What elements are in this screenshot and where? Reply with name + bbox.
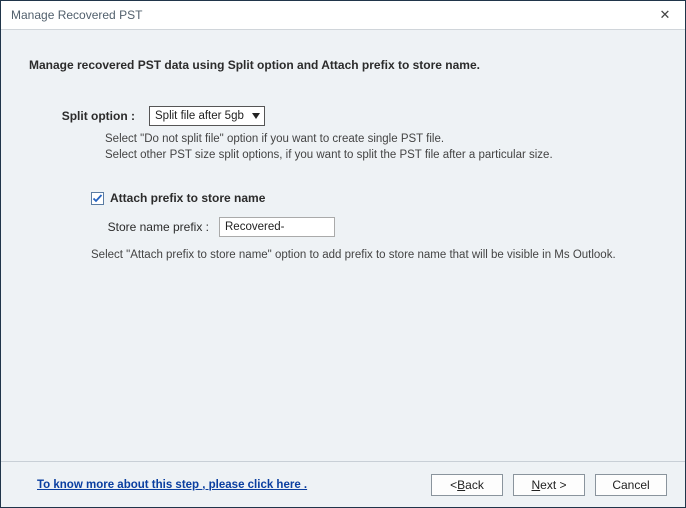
back-prefix: < xyxy=(450,478,457,492)
prefix-help-text: Select "Attach prefix to store name" opt… xyxy=(91,249,657,261)
footer: To know more about this step , please cl… xyxy=(1,461,685,507)
chevron-down-icon xyxy=(252,113,260,119)
page-heading: Manage recovered PST data using Split op… xyxy=(29,58,657,72)
attach-prefix-row: Attach prefix to store name xyxy=(91,191,657,205)
store-prefix-input[interactable] xyxy=(219,217,335,237)
next-rest: ext > xyxy=(540,478,566,492)
learn-more-link[interactable]: To know more about this step , please cl… xyxy=(37,479,421,491)
next-button[interactable]: Next > xyxy=(513,474,585,496)
back-mnemonic: B xyxy=(457,478,465,492)
dialog-window: Manage Recovered PST ✕ Manage recovered … xyxy=(0,0,686,508)
cancel-label: Cancel xyxy=(612,478,649,492)
close-icon: ✕ xyxy=(660,7,671,23)
split-help-line2: Select other PST size split options, if … xyxy=(105,148,657,164)
store-prefix-label: Store name prefix : xyxy=(29,220,219,234)
window-title: Manage Recovered PST xyxy=(11,8,653,22)
next-mnemonic: N xyxy=(531,478,540,492)
attach-prefix-label: Attach prefix to store name xyxy=(110,191,265,205)
split-help-text: Select "Do not split file" option if you… xyxy=(105,132,657,163)
cancel-button[interactable]: Cancel xyxy=(595,474,667,496)
titlebar: Manage Recovered PST ✕ xyxy=(1,1,685,30)
back-button[interactable]: < Back xyxy=(431,474,503,496)
attach-prefix-checkbox[interactable] xyxy=(91,192,104,205)
content-area: Manage recovered PST data using Split op… xyxy=(1,30,685,461)
split-help-line1: Select "Do not split file" option if you… xyxy=(105,132,657,148)
split-option-select[interactable]: Split file after 5gb xyxy=(149,106,265,126)
split-option-label: Split option : xyxy=(29,109,149,123)
back-rest: ack xyxy=(465,478,484,492)
split-option-row: Split option : Split file after 5gb xyxy=(29,106,657,126)
checkmark-icon xyxy=(92,193,103,204)
store-prefix-row: Store name prefix : xyxy=(29,217,657,237)
split-option-value: Split file after 5gb xyxy=(155,110,244,122)
close-button[interactable]: ✕ xyxy=(653,5,677,25)
